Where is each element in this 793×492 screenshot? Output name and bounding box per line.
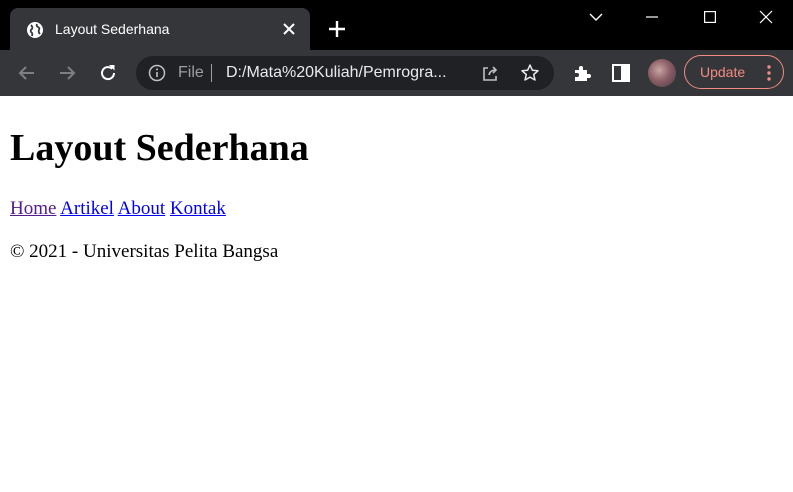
nav-link-artikel[interactable]: Artikel bbox=[60, 198, 114, 219]
address-bar[interactable]: File D:/Mata%20Kuliah/Pemrogra... bbox=[136, 56, 554, 90]
close-tab-icon[interactable] bbox=[280, 20, 298, 38]
nav-link-about[interactable]: About bbox=[118, 198, 166, 219]
footer-text: © 2021 - Universitas Pelita Bangsa bbox=[10, 241, 279, 262]
share-icon[interactable] bbox=[480, 64, 500, 84]
side-panel-icon[interactable] bbox=[610, 62, 632, 84]
url-scheme: File bbox=[178, 64, 204, 81]
bookmark-star-icon[interactable] bbox=[520, 63, 540, 83]
menu-dots-icon[interactable] bbox=[765, 64, 773, 82]
reload-icon[interactable] bbox=[97, 62, 119, 84]
close-window-button[interactable] bbox=[738, 0, 793, 34]
page-content: Layout Sederhana Home Artikel About Kont… bbox=[0, 96, 793, 492]
new-tab-icon[interactable] bbox=[326, 18, 348, 40]
info-icon[interactable] bbox=[148, 64, 166, 82]
minimize-icon bbox=[646, 16, 658, 18]
minimize-button[interactable] bbox=[624, 0, 680, 34]
globe-icon bbox=[27, 22, 43, 38]
forward-arrow-icon[interactable] bbox=[56, 62, 78, 84]
nav-links: Home Artikel About Kontak bbox=[10, 197, 226, 221]
url-divider bbox=[211, 64, 212, 82]
update-label: Update bbox=[700, 64, 746, 80]
extensions-puzzle-icon[interactable] bbox=[571, 62, 593, 84]
tab-title: Layout Sederhana bbox=[55, 21, 170, 37]
title-bar: Layout Sederhana bbox=[0, 0, 793, 50]
url-text[interactable]: D:/Mata%20Kuliah/Pemrogra... bbox=[226, 64, 447, 82]
chevron-down-icon bbox=[589, 13, 603, 21]
browser-toolbar: File D:/Mata%20Kuliah/Pemrogra... Update bbox=[0, 50, 793, 96]
maximize-icon bbox=[704, 11, 716, 23]
page-heading: Layout Sederhana bbox=[10, 127, 309, 169]
update-button[interactable]: Update bbox=[684, 55, 784, 89]
browser-tab[interactable]: Layout Sederhana bbox=[10, 8, 310, 50]
maximize-button[interactable] bbox=[682, 0, 738, 34]
nav-link-home[interactable]: Home bbox=[10, 198, 56, 219]
nav-link-kontak[interactable]: Kontak bbox=[170, 198, 226, 219]
close-icon bbox=[759, 10, 773, 24]
tab-search-button[interactable] bbox=[568, 0, 624, 34]
profile-avatar[interactable] bbox=[648, 59, 676, 87]
back-arrow-icon[interactable] bbox=[16, 62, 38, 84]
